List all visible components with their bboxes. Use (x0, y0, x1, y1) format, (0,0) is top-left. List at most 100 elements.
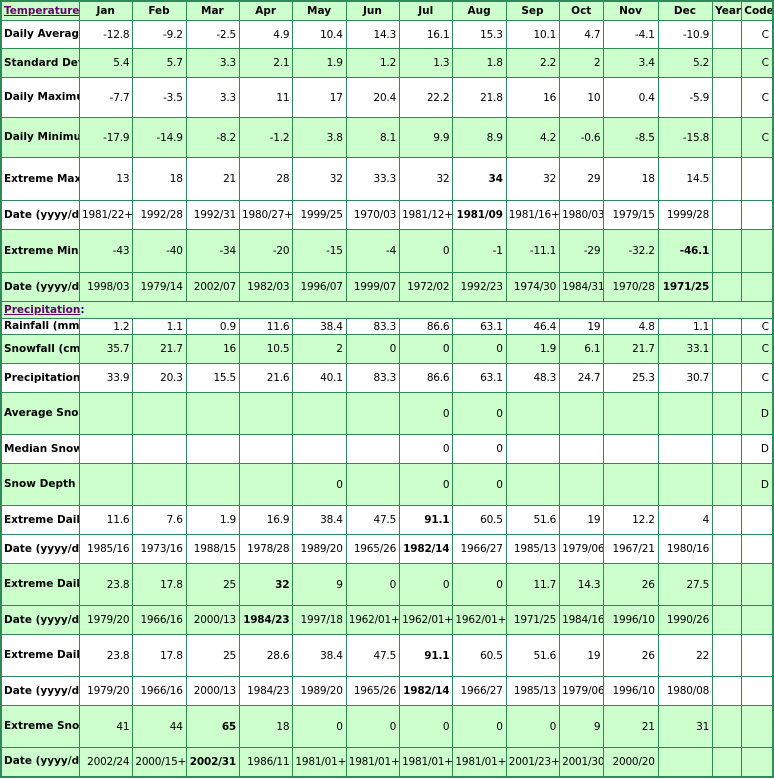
value-cell-jan: 23.8 (78, 634, 134, 677)
value-cell-feb: -3.5 (132, 77, 187, 118)
value-cell-jun: 83.3 (345, 363, 401, 393)
value-cell-nov: 4.8 (603, 318, 659, 335)
value-cell-sep (505, 434, 561, 464)
value-cell-apr (239, 392, 294, 435)
value-cell-oct: 19 (559, 634, 605, 677)
value-cell-aug: 0 (452, 563, 507, 606)
value-cell-dec: 1971/25 (657, 272, 714, 302)
temperature-section-link[interactable]: Temperature (4, 5, 79, 17)
month-header-feb: Feb (132, 0, 187, 21)
year-cell (712, 200, 743, 230)
value-cell-may: 40.1 (292, 363, 347, 393)
value-cell-apr: 10.5 (239, 334, 294, 364)
value-cell-feb: 1992/28 (132, 200, 187, 230)
code-cell (741, 563, 774, 606)
value-cell-oct: 1980/03 (559, 200, 605, 230)
value-cell-apr: 28 (239, 157, 294, 201)
value-cell-feb: 18 (132, 157, 187, 201)
table-row: Extreme Daily Precipitation (mm)23.817.8… (0, 634, 774, 677)
code-cell (741, 272, 774, 302)
table-row: Median Snow Depth (cm) 00 D (0, 434, 774, 464)
precipitation-section-link[interactable]: Precipitation (4, 304, 80, 316)
value-cell-aug: 1.8 (452, 48, 507, 78)
value-cell-mar: -2.5 (185, 20, 241, 49)
month-header-oct: Oct (559, 0, 605, 21)
value-cell-may: 38.4 (292, 634, 347, 677)
value-cell-jul: 1.3 (399, 48, 454, 78)
value-cell-apr: 32 (239, 563, 294, 606)
value-cell-may: 1989/20 (292, 676, 347, 706)
month-header-mar: Mar (185, 0, 241, 21)
month-header-may: May (292, 0, 347, 21)
value-cell-sep: 4.2 (505, 117, 561, 158)
month-header-dec: Dec (657, 0, 714, 21)
value-cell-mar: 0.9 (185, 318, 241, 335)
value-cell-aug: 0 (452, 392, 507, 435)
value-cell-mar: 2002/07 (185, 272, 241, 302)
value-cell-sep (505, 392, 561, 435)
value-cell-apr: 18 (239, 705, 294, 748)
value-cell-jul: 16.1 (399, 20, 454, 49)
value-cell-jun (345, 392, 401, 435)
value-cell-jul: 86.6 (399, 363, 454, 393)
value-cell-jun: 0 (345, 563, 401, 606)
value-cell-aug: 0 (452, 434, 507, 464)
value-cell-aug: 60.5 (452, 634, 507, 677)
table-row: Date (yyyy/dd)2002/242000/15+2002/311986… (0, 747, 774, 777)
value-cell-sep: 11.7 (505, 563, 561, 606)
value-cell-dec: 30.7 (657, 363, 714, 393)
value-cell-aug: 8.9 (452, 117, 507, 158)
value-cell-dec: -46.1 (657, 229, 714, 273)
row-label-standard-deviation: Standard Deviation (0, 48, 80, 78)
value-cell-mar: 1.9 (185, 505, 241, 535)
value-cell-sep: 16 (505, 77, 561, 118)
value-cell-apr: 1986/11 (239, 747, 294, 777)
code-cell (741, 747, 774, 777)
value-cell-dec: 1.1 (657, 318, 714, 335)
value-cell-nov: 26 (603, 563, 659, 606)
value-cell-feb: 1.1 (132, 318, 187, 335)
value-cell-aug: 63.1 (452, 318, 507, 335)
table-row: Extreme Minimum (°C)-43-40-34-20-15-40-1… (0, 229, 774, 273)
code-cell: C (741, 117, 774, 158)
value-cell-aug: 1966/27 (452, 676, 507, 706)
value-cell-dec: 1990/26 (657, 605, 714, 635)
value-cell-feb: 17.8 (132, 563, 187, 606)
table-row: Snowfall (cm) 35.7 21.7 16 10.5 2 0 0 0 1.9 6.1 21.… (0, 334, 774, 364)
value-cell-nov (603, 434, 659, 464)
year-cell (712, 48, 743, 78)
value-cell-may: 1989/20 (292, 534, 347, 564)
value-cell-jun: 20.4 (345, 77, 401, 118)
row-label-extreme-snow-depth-cm: Extreme Snow Depth (cm) (0, 705, 80, 748)
value-cell-jun: 1999/07 (345, 272, 401, 302)
code-cell: D (741, 463, 774, 506)
value-cell-mar: -8.2 (185, 117, 241, 158)
value-cell-aug: 1962/01+ (452, 605, 507, 635)
value-cell-nov: -8.5 (603, 117, 659, 158)
row-label-date-yyyy-dd: Date (yyyy/dd) (0, 676, 80, 706)
value-cell-oct: 19 (559, 505, 605, 535)
value-cell-nov: 1996/10 (603, 605, 659, 635)
value-cell-jan: 1979/20 (78, 605, 134, 635)
value-cell-feb (132, 434, 187, 464)
value-cell-jul: 0 (399, 434, 454, 464)
value-cell-jun: 1965/26 (345, 676, 401, 706)
month-header-jan: Jan (78, 0, 134, 21)
value-cell-apr: 11 (239, 77, 294, 118)
value-cell-jun: 14.3 (345, 20, 401, 49)
year-cell (712, 20, 743, 49)
value-cell-mar: 21 (185, 157, 241, 201)
value-cell-feb: -14.9 (132, 117, 187, 158)
value-cell-may: 0 (292, 463, 347, 506)
value-cell-jan: 1979/20 (78, 676, 134, 706)
value-cell-jan: 13 (78, 157, 134, 201)
row-label-median-snow-depth-cm: Median Snow Depth (cm) (0, 434, 80, 464)
value-cell-oct: 1979/06 (559, 534, 605, 564)
row-label-date-yyyy-dd: Date (yyyy/dd) (0, 272, 80, 302)
value-cell-dec (657, 747, 714, 777)
code-header: Code (741, 0, 774, 21)
value-cell-dec: 27.5 (657, 563, 714, 606)
value-cell-sep: 2001/23+ (505, 747, 561, 777)
value-cell-apr: 2.1 (239, 48, 294, 78)
value-cell-jan: 1985/16 (78, 534, 134, 564)
